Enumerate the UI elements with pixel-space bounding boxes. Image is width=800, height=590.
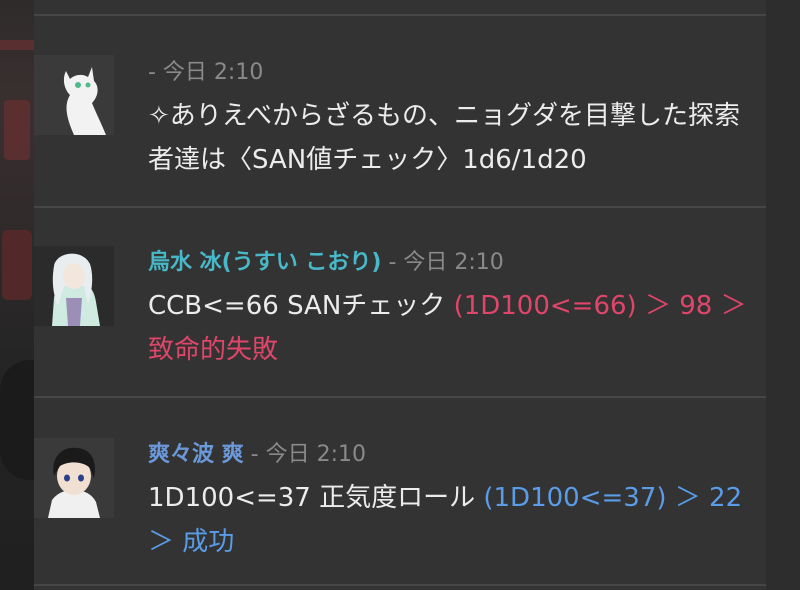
message-text: CCB<=66 SANチェック (1D100<=66) ＞ 98 ＞ 致命的失敗 (148, 284, 756, 372)
message-text: ✧ありえべからざるもの、ニョグダを目撃した探索者達は〈SAN値チェック〉1d6/… (148, 94, 756, 182)
message-body: CCB<=66 SANチェック (148, 291, 454, 321)
message-timestamp: - 今日 2:10 (388, 250, 504, 275)
sender-name: 烏水 冰(うすい こおり) (148, 250, 382, 275)
white-haired-character-icon[interactable] (34, 246, 114, 326)
chat-log[interactable]: - 今日 2:10 ✧ありえべからざるもの、ニョグダを目撃した探索者達は〈SAN… (34, 0, 766, 590)
background-image-strip (0, 0, 34, 590)
message-body: ✧ありえべからざるもの、ニョグダを目撃した探索者達は〈SAN値チェック〉1d6/… (148, 101, 740, 175)
chat-screen: - 今日 2:10 ✧ありえべからざるもの、ニョグダを目撃した探索者達は〈SAN… (0, 0, 800, 590)
message-body: 1D100<=37 正気度ロール (148, 483, 484, 513)
message-divider (34, 206, 766, 208)
sender-name: 爽々波 爽 (148, 442, 244, 467)
message-divider (34, 14, 766, 16)
right-margin (766, 0, 800, 590)
message-timestamp: - 今日 2:10 (250, 442, 367, 467)
message-divider (34, 584, 766, 586)
white-cat-icon[interactable] (34, 55, 114, 135)
message-timestamp: - 今日 2:10 (148, 60, 264, 85)
message-divider (34, 396, 766, 398)
black-haired-character-icon[interactable] (34, 438, 114, 518)
message-text: 1D100<=37 正気度ロール (1D100<=37) ＞ 22 ＞ 成功 (148, 476, 756, 564)
